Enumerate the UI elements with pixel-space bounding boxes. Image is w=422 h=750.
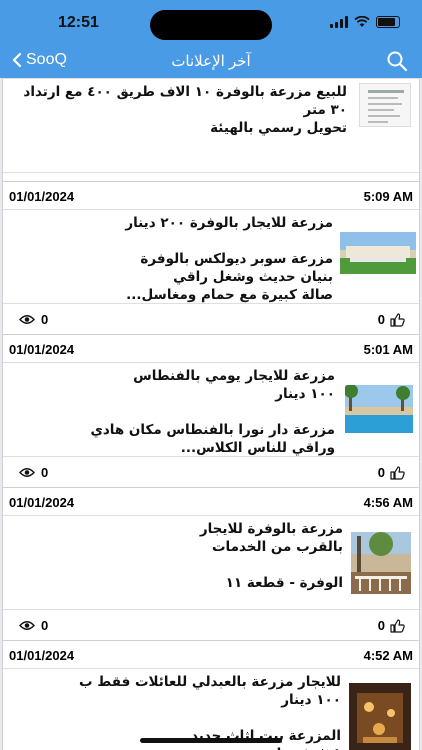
ad-thumbnail: [340, 232, 416, 274]
like-button[interactable]: 0: [378, 618, 405, 633]
status-icons: [330, 16, 400, 28]
home-indicator: [140, 738, 282, 743]
ad-card-body: مزرعة للايجار يومي بالفنطاس ١٠٠ دينار مز…: [3, 363, 419, 457]
ad-card-footer: 0 0: [3, 304, 419, 334]
ad-date: 01/01/2024: [9, 495, 75, 510]
ad-date: 01/01/2024: [9, 342, 75, 357]
ad-date: 01/01/2024: [9, 648, 75, 663]
eye-icon: [19, 621, 35, 630]
eye-icon: [19, 468, 35, 477]
ad-text: للبيع مزرعة بالوفرة ١٠ الاف طريق ٤٠٠ مع …: [23, 84, 347, 136]
ad-time: 4:56 AM: [363, 495, 413, 510]
ad-time: 5:01 AM: [363, 342, 413, 357]
ad-thumbnail: [359, 83, 411, 127]
ad-card-body: مزرعة للايجار بالوفرة ٢٠٠ دينار مزرعة سو…: [3, 210, 419, 304]
signal-icon: [330, 16, 348, 28]
ad-thumbnail: [351, 532, 411, 594]
ad-text: مزرعة للايجار يومي بالفنطاس ١٠٠ دينار مز…: [90, 368, 335, 456]
dynamic-island: [150, 10, 272, 40]
ad-card-body: للبيع مزرعة بالوفرة ١٠ الاف طريق ٤٠٠ مع …: [3, 79, 419, 173]
status-bar: 12:51: [0, 0, 422, 46]
status-time: 12:51: [58, 14, 99, 31]
ad-time: 4:52 AM: [363, 648, 413, 663]
ad-card-header: 01/01/2024 5:09 AM: [3, 182, 419, 210]
like-button[interactable]: 0: [378, 312, 405, 327]
ad-card[interactable]: 01/01/2024 4:52 AM للايجار مزرعة بالعبدل…: [2, 640, 420, 750]
ads-list[interactable]: للبيع مزرعة بالوفرة ١٠ الاف طريق ٤٠٠ مع …: [0, 78, 422, 750]
ad-text: مزرعة بالوفرة للايجار بالقرب من الخدمات …: [199, 521, 343, 591]
ad-card[interactable]: 01/01/2024 5:09 AM مزرعة للايجار بالوفرة…: [2, 181, 420, 335]
thumbs-up-icon: [390, 312, 405, 327]
likes-count: 0: [377, 465, 385, 480]
page-title: آخر الإعلانات: [171, 53, 251, 70]
ad-thumbnail: [345, 385, 413, 433]
ad-card-footer: 0 0: [3, 457, 419, 487]
likes-count: 0: [377, 618, 385, 633]
eye-icon: [19, 315, 35, 324]
likes-count: 0: [377, 312, 385, 327]
battery-icon: [376, 16, 400, 28]
ad-date: 01/01/2024: [9, 189, 75, 204]
search-icon[interactable]: [386, 50, 408, 72]
nav-bar: SooQ آخر الإعلانات: [0, 46, 422, 78]
views-counter: 0: [19, 465, 48, 480]
ad-card-header: 01/01/2024 5:01 AM: [3, 335, 419, 363]
ad-card-header: 01/01/2024 4:52 AM: [3, 641, 419, 669]
ad-text: مزرعة للايجار بالوفرة ٢٠٠ دينار مزرعة سو…: [125, 215, 333, 303]
ad-card[interactable]: 01/01/2024 5:01 AM مزرعة للايجار يومي با…: [2, 334, 420, 488]
thumbs-up-icon: [390, 618, 405, 633]
ad-time: 5:09 AM: [363, 189, 413, 204]
ad-thumbnail: [349, 683, 411, 750]
ad-card-body: مزرعة بالوفرة للايجار بالقرب من الخدمات …: [3, 516, 419, 610]
views-count: 0: [41, 465, 49, 480]
views-counter: 0: [19, 312, 48, 327]
ad-card[interactable]: 01/01/2024 4:56 AM مزرعة بالوفرة للايجار…: [2, 487, 420, 641]
views-count: 0: [41, 312, 49, 327]
thumbs-up-icon: [390, 465, 405, 480]
like-button[interactable]: 0: [378, 465, 405, 480]
wifi-icon: [354, 16, 370, 27]
views-counter: 0: [19, 618, 48, 633]
ad-card-footer: 0 0: [3, 610, 419, 640]
ad-card-header: 01/01/2024 4:56 AM: [3, 488, 419, 516]
views-count: 0: [41, 618, 49, 633]
